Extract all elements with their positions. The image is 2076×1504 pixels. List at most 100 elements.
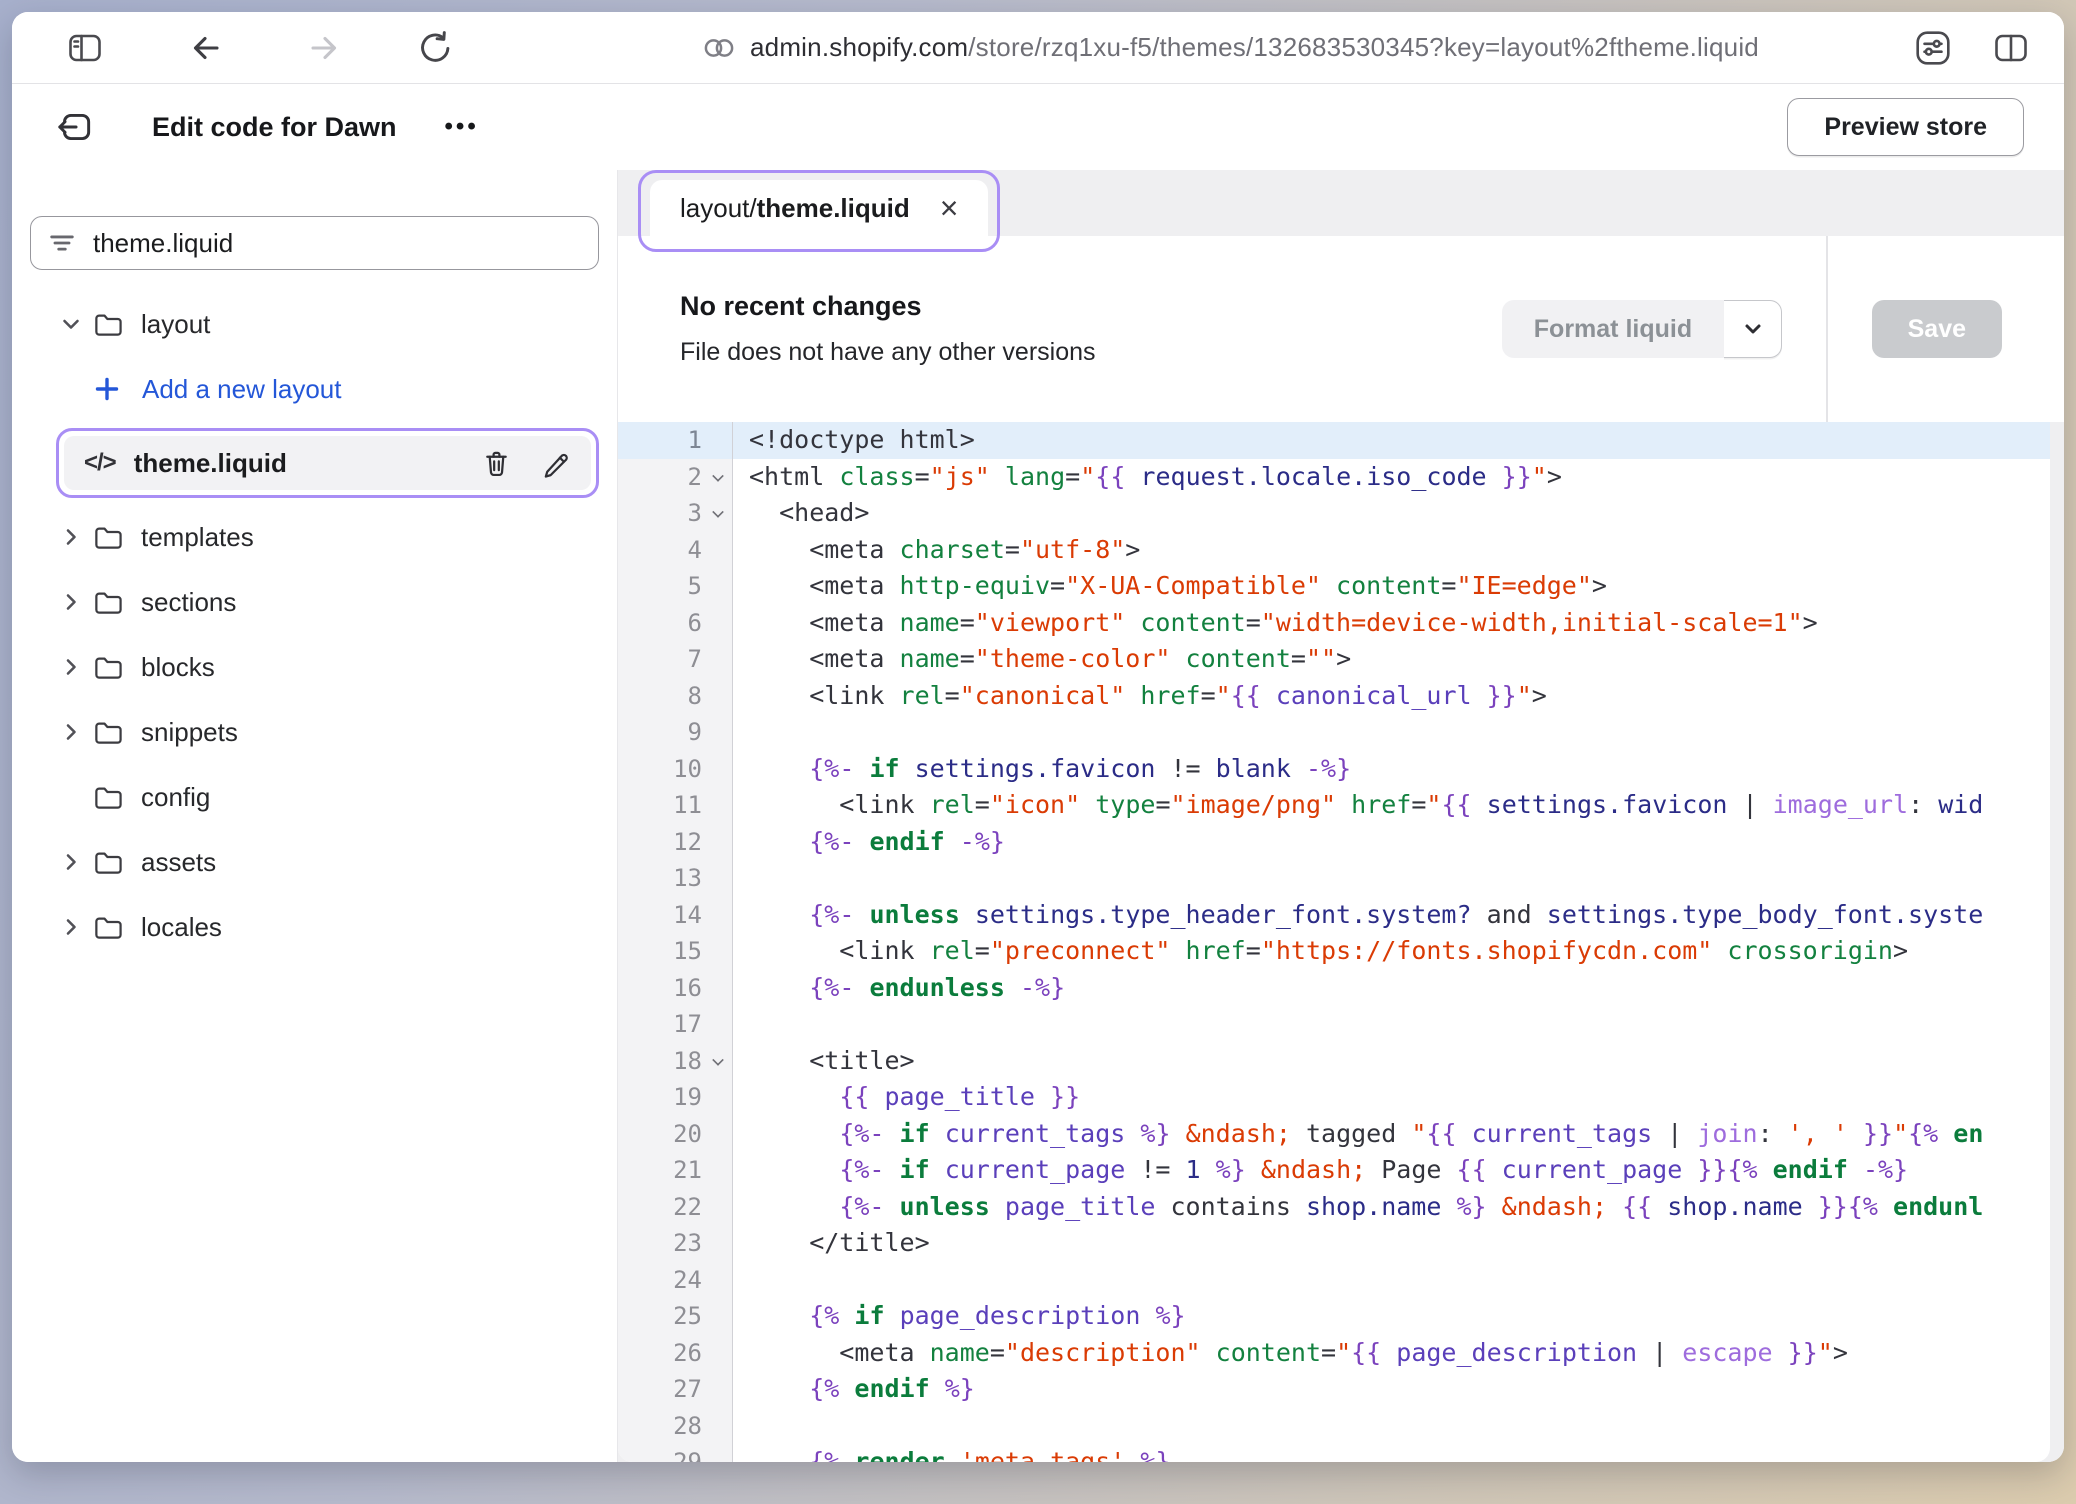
url-path: /store/rzq1xu-f5/themes/132683530345?key… [968,32,1759,62]
toolbar-divider [1826,236,1828,422]
code-line[interactable]: {%- unless settings.type_header_font.sys… [749,897,2050,934]
sidebar-item-config[interactable]: config [30,771,601,823]
file-sidebar: layout Add a new layout </> theme.liquid [12,170,618,1462]
code-line[interactable]: <head> [749,495,2050,532]
code-line[interactable]: <meta name="theme-color" content=""> [749,641,2050,678]
fold-chevron-icon[interactable] [712,1054,724,1066]
chevron-right-icon[interactable] [58,719,84,745]
address-bar[interactable]: admin.shopify.com/store/rzq1xu-f5/themes… [702,31,1759,65]
code-line[interactable] [749,1262,2050,1299]
sidebar-item-assets[interactable]: assets [30,836,601,888]
line-number: 21 [618,1152,732,1189]
line-number: 28 [618,1408,732,1445]
code-lines[interactable]: <!doctype html><html class="js" lang="{{… [733,422,2050,1462]
sidebar-item-locales[interactable]: locales [30,901,601,953]
line-number: 26 [618,1335,732,1372]
code-line[interactable]: <!doctype html> [733,422,2050,459]
app-header: Edit code for Dawn ••• Preview store [12,84,2064,170]
chevron-right-icon[interactable] [58,589,84,615]
delete-file-button[interactable] [481,448,512,479]
code-line[interactable]: <link rel="canonical" href="{{ canonical… [749,678,2050,715]
code-line[interactable]: <meta name="description" content="{{ pag… [749,1335,2050,1372]
sidebar-item-templates[interactable]: templates [30,511,601,563]
gutter: 1234567891011121314151617181920212223242… [618,422,733,1462]
fold-chevron-icon[interactable] [712,470,724,482]
folder-icon [92,652,123,683]
split-view-icon[interactable] [1992,30,2030,66]
line-number: 7 [618,641,732,678]
code-editor: 1234567891011121314151617181920212223242… [618,422,2064,1462]
code-line[interactable] [749,860,2050,897]
forward-icon[interactable] [306,30,342,66]
line-number: 3 [618,495,732,532]
line-number: 20 [618,1116,732,1153]
preview-store-button[interactable]: Preview store [1787,98,2024,156]
sidebar-item-theme-liquid[interactable]: </> theme.liquid [64,436,591,490]
code-line[interactable]: {%- endif -%} [749,824,2050,861]
chevron-down-icon [1740,316,1766,342]
code-line[interactable]: {%- unless page_title contains shop.name… [749,1189,2050,1226]
format-liquid-button[interactable]: Format liquid [1502,300,1724,358]
line-number: 8 [618,678,732,715]
tab-layout-theme-liquid[interactable]: layout/theme.liquid × [650,180,988,236]
code-line[interactable]: </title> [749,1225,2050,1262]
sidebar-item-label: snippets [141,717,238,748]
page-settings-icon[interactable] [1914,29,1952,67]
folder-icon [92,587,123,618]
chevron-down-icon[interactable] [58,311,84,337]
close-icon[interactable]: × [940,192,959,224]
browser-toolbar: admin.shopify.com/store/rzq1xu-f5/themes… [12,12,2064,84]
code-line[interactable]: <meta name="viewport" content="width=dev… [749,605,2050,642]
tab-label: layout/theme.liquid [680,193,910,224]
reload-icon[interactable] [416,29,454,67]
exit-icon[interactable] [54,106,96,148]
code-line[interactable]: <meta charset="utf-8"> [749,532,2050,569]
code-line[interactable] [749,1408,2050,1445]
save-button[interactable]: Save [1872,300,2002,358]
sidebar-item-label: templates [141,522,254,553]
code-line[interactable] [749,714,2050,751]
plus-icon [92,374,122,404]
add-layout-link[interactable]: Add a new layout [92,363,601,415]
file-tree: layout Add a new layout </> theme.liquid [12,270,617,953]
code-line[interactable]: {%- if settings.favicon != blank -%} [749,751,2050,788]
sidebar-item-blocks[interactable]: blocks [30,641,601,693]
code-line[interactable]: <title> [749,1043,2050,1080]
sidebar-item-layout[interactable]: layout [30,298,601,350]
search-input[interactable] [93,228,582,259]
code-line[interactable]: <link rel="preconnect" href="https://fon… [749,933,2050,970]
code-line[interactable]: <html class="js" lang="{{ request.locale… [749,459,2050,496]
code-panel[interactable]: 1234567891011121314151617181920212223242… [618,422,2050,1462]
chevron-right-icon[interactable] [58,914,84,940]
sidebar-item-sections[interactable]: sections [30,576,601,628]
code-line[interactable] [749,1006,2050,1043]
line-number: 17 [618,1006,732,1043]
chevron-right-icon[interactable] [58,524,84,550]
code-line[interactable]: {{ page_title }} [749,1079,2050,1116]
code-line[interactable]: {%- endunless -%} [749,970,2050,1007]
code-line[interactable]: <link rel="icon" type="image/png" href="… [749,787,2050,824]
code-line[interactable]: {% render 'meta-tags' %} [749,1444,2050,1462]
status-title: No recent changes [680,291,1096,322]
line-number: 22 [618,1189,732,1226]
code-line[interactable]: {% if page_description %} [749,1298,2050,1335]
chevron-right-icon[interactable] [58,654,84,680]
code-line[interactable]: <meta http-equiv="X-UA-Compatible" conte… [749,568,2050,605]
file-search[interactable] [30,216,599,270]
code-line[interactable]: {% endif %} [749,1371,2050,1408]
sidebar-toggle-icon[interactable] [66,30,104,66]
fold-chevron-icon[interactable] [712,506,724,518]
format-dropdown-button[interactable] [1724,300,1782,358]
sidebar-item-snippets[interactable]: snippets [30,706,601,758]
folder-icon [92,847,123,878]
folder-icon [92,717,123,748]
back-icon[interactable] [188,30,224,66]
annotation-ring-file: </> theme.liquid [56,428,599,498]
more-actions-icon[interactable]: ••• [445,113,479,141]
url-text: admin.shopify.com/store/rzq1xu-f5/themes… [750,32,1759,63]
line-number: 15 [618,933,732,970]
rename-file-button[interactable] [540,448,571,479]
code-line[interactable]: {%- if current_tags %} &ndash; tagged "{… [749,1116,2050,1153]
code-line[interactable]: {%- if current_page != 1 %} &ndash; Page… [749,1152,2050,1189]
chevron-right-icon[interactable] [58,849,84,875]
